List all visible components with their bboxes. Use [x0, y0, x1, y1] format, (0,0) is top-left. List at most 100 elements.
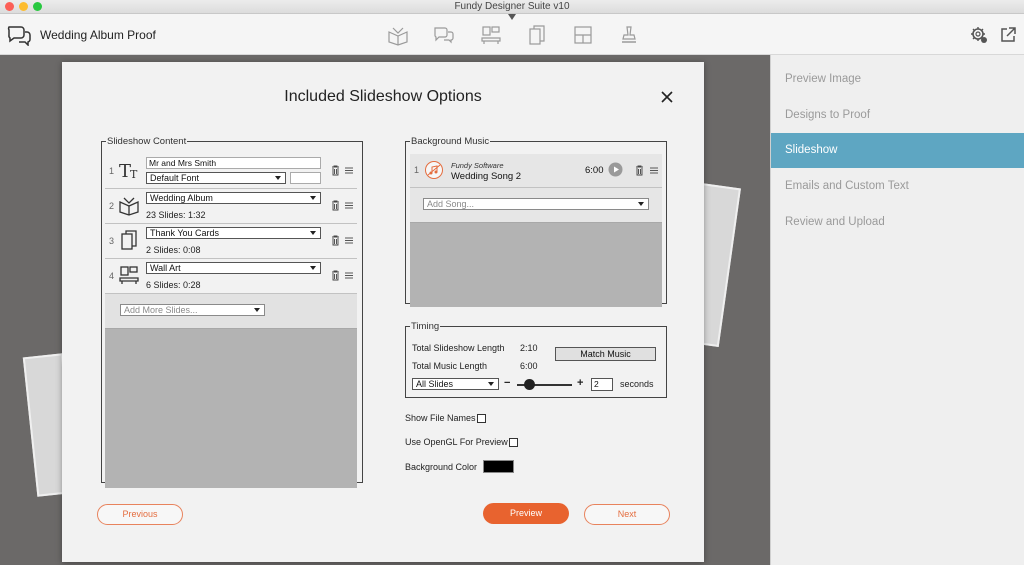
- play-icon[interactable]: [608, 162, 623, 177]
- wall-art-icon[interactable]: [480, 24, 502, 46]
- trash-icon[interactable]: [331, 235, 340, 246]
- list-item: 1 Fundy Software Wedding Song 2 6:00: [410, 154, 662, 188]
- background-color-label: Background Color: [405, 462, 478, 472]
- slideshow-length-label: Total Slideshow Length: [412, 343, 505, 353]
- trash-icon[interactable]: [331, 200, 340, 211]
- use-opengl-label: Use OpenGL For Preview: [405, 437, 508, 447]
- music-note-icon: [425, 161, 443, 179]
- trash-icon[interactable]: [635, 165, 644, 176]
- font-select[interactable]: Default Font: [146, 172, 286, 184]
- trash-icon[interactable]: [331, 165, 340, 176]
- slideshow-content-legend: Slideshow Content: [107, 136, 187, 147]
- slideshow-content-panel: Slideshow Content 1 T T Mr and Mrs Smith…: [101, 136, 363, 488]
- list-item: 2 Wedding Album 23 Slides: 1:32: [105, 189, 357, 224]
- row-number: 4: [109, 271, 115, 281]
- slides-source-select[interactable]: Wall Art: [146, 262, 321, 274]
- slideshow-options-dialog: Included Slideshow Options Slideshow Con…: [62, 62, 704, 562]
- sidebar-item-emails[interactable]: Emails and Custom Text: [771, 169, 1024, 204]
- song-duration: 6:00: [585, 165, 604, 176]
- list-item: 3 Thank You Cards 2 Slides: 0:08: [105, 224, 357, 259]
- wall-art-icon: [119, 266, 139, 284]
- background-color-swatch[interactable]: [483, 460, 514, 473]
- timing-panel: Timing Total Slideshow Length 2:10 Total…: [405, 321, 667, 398]
- list-item: 1 T T Mr and Mrs Smith Default Font: [105, 154, 357, 189]
- increase-duration-button[interactable]: +: [577, 377, 583, 389]
- row-number: 2: [109, 201, 115, 211]
- slides-source-select[interactable]: Thank You Cards: [146, 227, 321, 239]
- chevron-down-icon: [310, 196, 316, 200]
- add-song-row: Add Song...: [410, 188, 662, 223]
- chevron-down-icon: [310, 231, 316, 235]
- album-icon: [119, 197, 139, 216]
- background-music-legend: Background Music: [411, 136, 490, 147]
- slide-scope-select[interactable]: All Slides: [412, 378, 499, 390]
- project-title: Wedding Album Proof: [40, 28, 156, 42]
- show-file-names-checkbox[interactable]: [477, 414, 486, 423]
- cards-icon[interactable]: [526, 24, 548, 46]
- slides-source-value: Wedding Album: [150, 193, 213, 203]
- title-text-input[interactable]: Mr and Mrs Smith: [146, 157, 321, 169]
- drag-handle-icon[interactable]: [650, 167, 658, 174]
- drag-handle-icon[interactable]: [345, 202, 353, 209]
- match-music-button[interactable]: Match Music: [555, 347, 656, 361]
- window-titlebar: Fundy Designer Suite v10: [0, 0, 1024, 14]
- use-opengl-checkbox[interactable]: [509, 438, 518, 447]
- album-icon[interactable]: [387, 24, 409, 46]
- add-more-slides-row: Add More Slides...: [105, 294, 357, 329]
- decrease-duration-button[interactable]: −: [504, 377, 510, 389]
- slide-count: 23 Slides: 1:32: [146, 210, 206, 220]
- list-item: 4 Wall Art 6 Slides: 0:28: [105, 259, 357, 294]
- row-number: 1: [109, 166, 115, 176]
- background-music-panel: Background Music 1 Fundy Software Weddin…: [405, 136, 667, 307]
- duration-slider-handle[interactable]: [524, 379, 535, 390]
- trash-icon[interactable]: [331, 270, 340, 281]
- dialog-title: Included Slideshow Options: [284, 88, 482, 105]
- slide-count: 6 Slides: 0:28: [146, 280, 201, 290]
- font-color-input[interactable]: [290, 172, 321, 184]
- gear-icon[interactable]: [970, 26, 988, 44]
- show-file-names-label: Show File Names: [405, 413, 476, 423]
- row-number: 1: [414, 165, 420, 175]
- drag-handle-icon[interactable]: [345, 167, 353, 174]
- row-number: 3: [109, 236, 115, 246]
- music-length-value: 6:00: [520, 361, 538, 371]
- next-button[interactable]: Next: [584, 504, 670, 525]
- sidebar-item-preview-image[interactable]: Preview Image: [771, 62, 1024, 97]
- sidebar-item-review-upload[interactable]: Review and Upload: [771, 205, 1024, 240]
- slideshow-content-list: 1 T T Mr and Mrs Smith Default Font 2 We…: [105, 154, 357, 488]
- drag-handle-icon[interactable]: [345, 272, 353, 279]
- drag-handle-icon[interactable]: [345, 237, 353, 244]
- slide-scope-value: All Slides: [416, 379, 454, 389]
- slides-source-value: Thank You Cards: [150, 228, 220, 238]
- chevron-down-icon: [275, 176, 281, 180]
- stamp-icon[interactable]: [618, 24, 640, 46]
- layout-icon[interactable]: [572, 24, 594, 46]
- title-text-icon: T T: [119, 161, 138, 181]
- add-more-slides-select[interactable]: Add More Slides...: [120, 304, 265, 316]
- font-select-value: Default Font: [150, 173, 200, 183]
- sidebar-item-designs-to-proof[interactable]: Designs to Proof: [771, 98, 1024, 133]
- window-title: Fundy Designer Suite v10: [454, 1, 570, 12]
- song-artist: Fundy Software: [451, 161, 504, 170]
- proof-logo-icon: [7, 26, 31, 46]
- previous-button[interactable]: Previous: [97, 504, 183, 525]
- chevron-down-icon: [310, 266, 316, 270]
- chevron-down-icon: [488, 382, 494, 386]
- active-tool-caret-icon: [508, 14, 516, 20]
- app-toolbar: Wedding Album Proof: [0, 14, 1024, 55]
- close-icon[interactable]: [660, 90, 674, 104]
- slide-count: 2 Slides: 0:08: [146, 245, 201, 255]
- external-link-icon[interactable]: [999, 26, 1017, 44]
- slides-source-select[interactable]: Wedding Album: [146, 192, 321, 204]
- svg-text:T: T: [130, 168, 138, 181]
- seconds-label: seconds: [620, 379, 654, 389]
- slides-source-value: Wall Art: [150, 263, 181, 273]
- workflow-sidebar: Preview Image Designs to Proof Slideshow…: [770, 55, 1024, 565]
- preview-button[interactable]: Preview: [483, 503, 569, 524]
- sidebar-item-slideshow[interactable]: Slideshow: [771, 133, 1024, 168]
- music-list: 1 Fundy Software Wedding Song 2 6:00 Add…: [410, 154, 662, 307]
- proof-icon[interactable]: [433, 24, 455, 46]
- seconds-input[interactable]: 2: [591, 378, 613, 391]
- cards-icon: [121, 230, 137, 250]
- add-song-select[interactable]: Add Song...: [423, 198, 649, 210]
